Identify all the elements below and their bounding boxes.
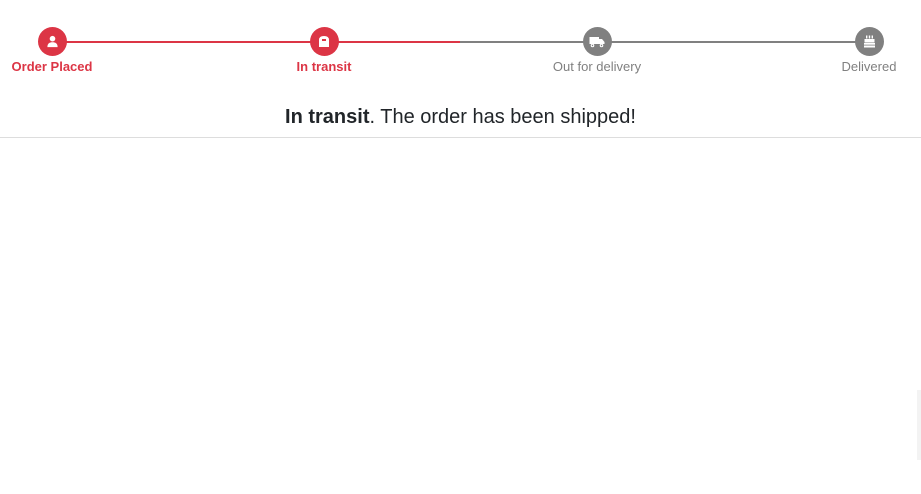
truck-icon	[589, 36, 605, 48]
step-label: Order Placed	[11, 59, 93, 74]
content-area	[0, 138, 921, 494]
step-in-transit: In transit	[244, 27, 404, 75]
order-status-message: In transit. The order has been shipped!	[0, 104, 921, 130]
status-text: . The order has been shipped!	[369, 106, 636, 128]
step-circle	[309, 27, 339, 56]
step-circle	[854, 27, 884, 56]
order-progress-tracker: Order Placed In transit Out for delivery…	[0, 0, 921, 90]
step-label: In transit	[296, 59, 352, 74]
box-icon	[317, 35, 331, 48]
step-order-placed: Order Placed	[0, 27, 132, 75]
user-icon	[46, 35, 59, 48]
step-circle	[582, 27, 612, 56]
step-out-for-delivery: Out for delivery	[517, 27, 677, 75]
step-label: Delivered	[841, 59, 897, 74]
gift-icon	[863, 35, 876, 48]
step-circle	[37, 27, 67, 56]
status-headline: In transit	[285, 106, 370, 128]
scrollbar[interactable]	[917, 390, 921, 460]
step-delivered: Delivered	[789, 27, 921, 75]
step-label: Out for delivery	[552, 59, 642, 74]
